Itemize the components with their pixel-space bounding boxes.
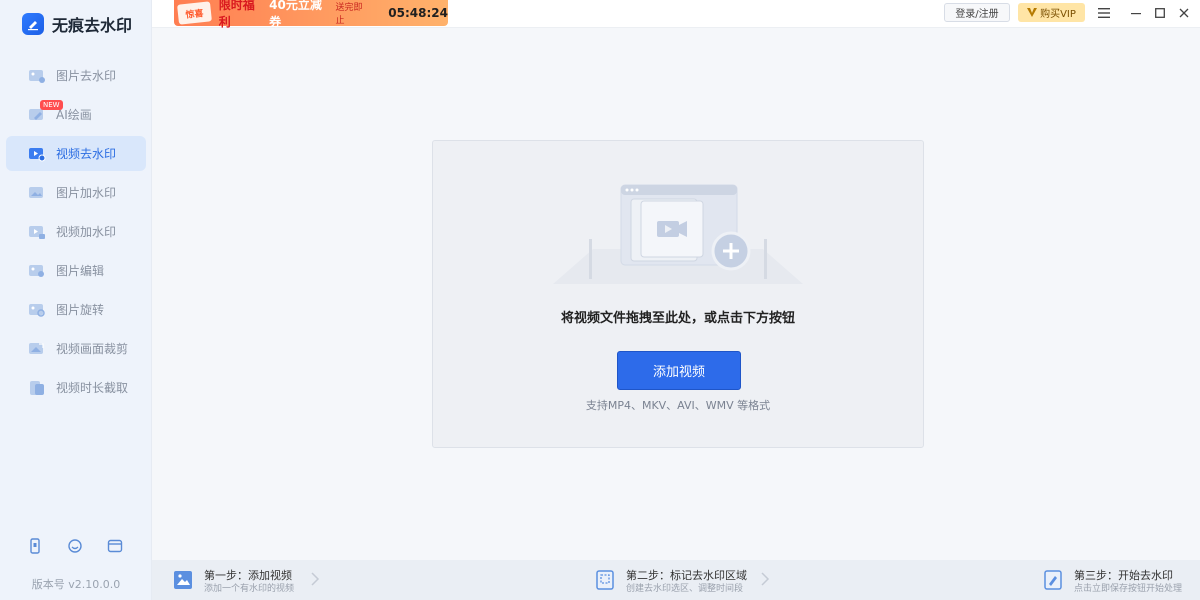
add-video-step-icon (172, 568, 194, 592)
video-crop-icon (28, 341, 46, 357)
new-badge: NEW (40, 100, 63, 110)
sidebar-item-video-remove-watermark[interactable]: 视频去水印 (6, 136, 146, 171)
app-title: 无痕去水印 (52, 16, 133, 35)
smile-icon[interactable] (66, 537, 84, 555)
mark-area-step-icon (594, 568, 616, 592)
promo-sub: 送完即止 (335, 3, 363, 26)
sidebar-item-label: 图片编辑 (56, 264, 105, 278)
sidebar-item-label: 图片去水印 (56, 69, 117, 83)
video-watermark-icon (28, 224, 46, 240)
chevron-right-icon (311, 572, 320, 586)
step-desc: 添加一个有水印的视频 (204, 584, 295, 594)
sidebar-item-label: 图片加水印 (56, 186, 117, 200)
video-trim-icon (28, 380, 46, 396)
app-logo-icon (22, 13, 44, 35)
promo-timer: 05:48:24 (388, 6, 448, 20)
promo-banner[interactable]: 惊喜 限时福利 40元立减券 送完即止 05:48:24 (174, 0, 448, 29)
menu-icon[interactable] (1095, 4, 1113, 22)
brand: 无痕去水印 (22, 12, 132, 36)
step-desc: 点击立即保存按钮开始处理 (1074, 584, 1183, 594)
top-bar: 惊喜 限时福利 40元立减券 送完即止 05:48:24 登录/注册 购买VIP (152, 0, 1200, 29)
sidebar-nav: 图片去水印 NEW AI绘画 视频去水印 图片加水印 视频加水印 图片编辑 图片… (6, 58, 146, 409)
drop-hint: 将视频文件拖拽至此处，或点击下方按钮 (560, 311, 795, 326)
phone-icon[interactable] (26, 537, 44, 555)
sidebar-item-image-rotate[interactable]: 图片旋转 (6, 292, 146, 327)
promo-tag: 惊喜 (177, 1, 212, 25)
step-1: 第一步：添加视频 添加一个有水印的视频 (172, 568, 294, 595)
add-video-button[interactable]: 添加视频 (617, 351, 741, 390)
image-watermark-icon (28, 185, 46, 201)
upload-illustration-icon (553, 179, 803, 289)
sidebar-item-video-add-watermark[interactable]: 视频加水印 (6, 214, 146, 249)
sidebar-tools (26, 537, 124, 555)
chevron-right-icon (761, 572, 770, 586)
minimize-icon[interactable] (1127, 4, 1145, 22)
step-title: 第二步：标记去水印区域 (626, 569, 747, 582)
start-remove-step-icon (1042, 568, 1064, 592)
steps-bar: 第一步：添加视频 添加一个有水印的视频 第二步：标记去水印区域 创建去水印选区、… (152, 560, 1200, 600)
maximize-icon[interactable] (1151, 4, 1169, 22)
step-3: 第三步：开始去水印 点击立即保存按钮开始处理 (1042, 568, 1182, 595)
step-title: 第三步：开始去水印 (1074, 569, 1173, 582)
supported-formats: 支持MP4、MKV、AVI、WMV 等格式 (585, 399, 771, 412)
window-icon[interactable] (106, 537, 124, 555)
image-edit-icon (28, 263, 46, 279)
buy-vip-button[interactable]: 购买VIP (1018, 3, 1085, 22)
sidebar-item-label: 视频加水印 (56, 225, 117, 239)
video-eraser-icon (28, 146, 46, 162)
video-drop-zone[interactable]: 将视频文件拖拽至此处，或点击下方按钮 添加视频 支持MP4、MKV、AVI、WM… (432, 140, 924, 448)
promo-highlight: 40元立减券 (269, 0, 322, 29)
sidebar-item-label: 视频去水印 (56, 147, 117, 161)
image-eraser-icon (28, 68, 46, 84)
sidebar-item-image-add-watermark[interactable]: 图片加水印 (6, 175, 146, 210)
buy-vip-label: 购买VIP (1040, 9, 1076, 20)
login-button[interactable]: 登录/注册 (944, 3, 1010, 22)
step-title: 第一步：添加视频 (204, 569, 292, 582)
sidebar: 无痕去水印 图片去水印 NEW AI绘画 视频去水印 图片加水印 视频加水印 图… (0, 0, 152, 600)
step-desc: 创建去水印选区、调整时间段 (626, 584, 744, 594)
step-2: 第二步：标记去水印区域 创建去水印选区、调整时间段 (594, 568, 747, 595)
vip-icon (1027, 8, 1038, 17)
sidebar-item-label: 视频时长截取 (56, 381, 129, 395)
sidebar-item-image-edit[interactable]: 图片编辑 (6, 253, 146, 288)
sidebar-item-label: 视频画面裁剪 (56, 342, 129, 356)
close-icon[interactable] (1175, 4, 1193, 22)
sidebar-item-ai-paint[interactable]: NEW AI绘画 (6, 97, 146, 132)
sidebar-item-image-remove-watermark[interactable]: 图片去水印 (6, 58, 146, 93)
sidebar-item-video-crop[interactable]: 视频画面裁剪 (6, 331, 146, 366)
version-label: 版本号 v2.10.0.0 (31, 578, 121, 591)
promo-text: 限时福利 (218, 0, 255, 29)
sidebar-item-video-trim[interactable]: 视频时长截取 (6, 370, 146, 405)
image-rotate-icon (28, 302, 46, 318)
sidebar-item-label: 图片旋转 (56, 303, 105, 317)
